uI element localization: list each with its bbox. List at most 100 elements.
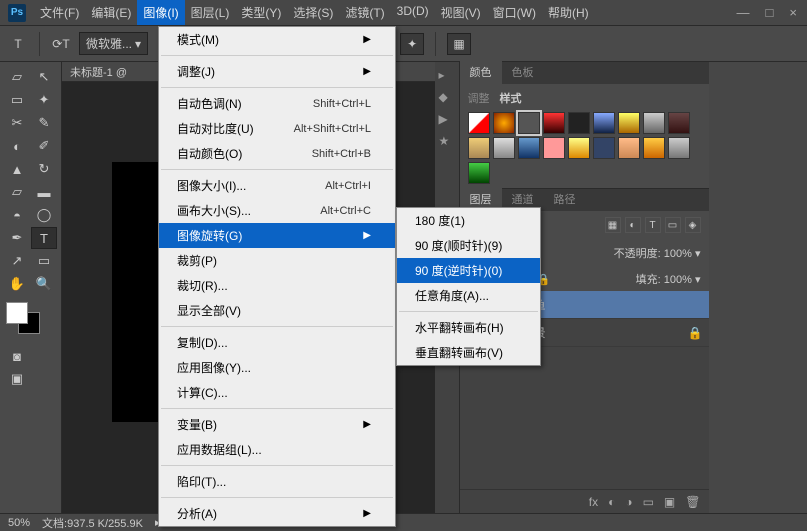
gradient-tool[interactable]: ▬ bbox=[31, 181, 57, 203]
zoom-level[interactable]: 50% bbox=[8, 517, 30, 529]
filter-pixel-icon[interactable]: ▦ bbox=[605, 217, 621, 233]
subtab-adjust[interactable]: 调整 bbox=[468, 90, 490, 106]
menu-item[interactable]: 计算(C)... bbox=[159, 380, 395, 405]
menu-item[interactable]: 调整(J)▶ bbox=[159, 59, 395, 84]
menu-item[interactable]: 自动对比度(U)Alt+Shift+Ctrl+L bbox=[159, 116, 395, 141]
menu-view[interactable]: 视图(V) bbox=[435, 0, 487, 25]
style-swatch[interactable] bbox=[543, 112, 565, 134]
char-panel-button[interactable]: ▦ bbox=[447, 33, 471, 55]
pen-tool[interactable]: ✒ bbox=[4, 227, 30, 249]
window-minimize[interactable]: — bbox=[737, 5, 750, 20]
screenmode-tool[interactable]: ▣ bbox=[4, 368, 30, 390]
style-swatch[interactable] bbox=[568, 112, 590, 134]
move-tool[interactable]: ▱ bbox=[4, 66, 30, 88]
color-swatches[interactable] bbox=[4, 302, 44, 338]
filter-type-icon[interactable]: T bbox=[645, 217, 661, 233]
stamp-tool[interactable]: ▲ bbox=[4, 158, 30, 180]
menu-select[interactable]: 选择(S) bbox=[287, 0, 339, 25]
tab-paths[interactable]: 路径 bbox=[544, 187, 586, 211]
style-swatch[interactable] bbox=[493, 112, 515, 134]
doc-info[interactable]: 文档:937.5 K/255.9K bbox=[42, 515, 143, 531]
tab-swatches[interactable]: 色板 bbox=[502, 60, 544, 84]
warp-text-button[interactable]: ✦ bbox=[400, 33, 424, 55]
menu-type[interactable]: 类型(Y) bbox=[235, 0, 287, 25]
style-swatch[interactable] bbox=[518, 137, 540, 159]
group-icon[interactable]: ▭ bbox=[643, 495, 654, 509]
menu-item[interactable]: 水平翻转画布(H) bbox=[397, 315, 540, 340]
menu-item[interactable]: 180 度(1) bbox=[397, 208, 540, 233]
menu-item[interactable]: 自动颜色(O)Shift+Ctrl+B bbox=[159, 141, 395, 166]
menu-item[interactable]: 垂直翻转画布(V) bbox=[397, 340, 540, 365]
history-brush-tool[interactable]: ↻ bbox=[31, 158, 57, 180]
style-swatch[interactable] bbox=[593, 137, 615, 159]
style-swatch[interactable] bbox=[618, 112, 640, 134]
menu-item[interactable]: 90 度(逆时针)(0) bbox=[397, 258, 540, 283]
fill-label[interactable]: 填充: 100% ▾ bbox=[636, 271, 701, 287]
menu-item[interactable]: 变量(B)▶ bbox=[159, 412, 395, 437]
menu-item[interactable]: 陷印(T)... bbox=[159, 469, 395, 494]
wand-tool[interactable]: ✦ bbox=[31, 89, 57, 111]
menu-item[interactable]: 自动色调(N)Shift+Ctrl+L bbox=[159, 91, 395, 116]
orientation-icon[interactable]: ⟳T bbox=[51, 34, 71, 54]
font-family-select[interactable]: 微软雅... ▾ bbox=[79, 32, 148, 55]
style-swatch[interactable] bbox=[543, 137, 565, 159]
hand-tool[interactable]: ✋ bbox=[4, 273, 30, 295]
style-swatch[interactable] bbox=[643, 137, 665, 159]
type-tool[interactable]: T bbox=[31, 227, 57, 249]
style-swatch[interactable] bbox=[568, 137, 590, 159]
menu-edit[interactable]: 编辑(E) bbox=[85, 0, 137, 25]
style-swatch[interactable] bbox=[468, 137, 490, 159]
menu-item[interactable]: 模式(M)▶ bbox=[159, 27, 395, 52]
menu-item[interactable]: 裁切(R)... bbox=[159, 273, 395, 298]
menu-image[interactable]: 图像(I) bbox=[137, 0, 184, 25]
menu-item[interactable]: 分析(A)▶ bbox=[159, 501, 395, 526]
tab-color[interactable]: 颜色 bbox=[460, 60, 502, 84]
menu-help[interactable]: 帮助(H) bbox=[542, 0, 595, 25]
style-swatch[interactable] bbox=[618, 137, 640, 159]
menu-file[interactable]: 文件(F) bbox=[34, 0, 85, 25]
window-maximize[interactable]: □ bbox=[766, 5, 774, 20]
menu-item[interactable]: 90 度(顺时针)(9) bbox=[397, 233, 540, 258]
menu-item[interactable]: 复制(D)... bbox=[159, 330, 395, 355]
menu-item[interactable]: 画布大小(S)...Alt+Ctrl+C bbox=[159, 198, 395, 223]
menu-item[interactable]: 显示全部(V) bbox=[159, 298, 395, 323]
fx-icon[interactable]: fx bbox=[589, 495, 598, 509]
menu-item[interactable]: 应用图像(Y)... bbox=[159, 355, 395, 380]
trash-icon[interactable]: 🗑 bbox=[685, 495, 700, 509]
quickmask-tool[interactable]: ◙ bbox=[4, 345, 30, 367]
menu-item[interactable]: 裁剪(P) bbox=[159, 248, 395, 273]
style-swatch[interactable] bbox=[593, 112, 615, 134]
zoom-tool[interactable]: 🔍 bbox=[31, 273, 57, 295]
subtab-styles[interactable]: 样式 bbox=[500, 90, 522, 106]
mask-icon[interactable]: ◐ bbox=[608, 495, 615, 509]
opacity-label[interactable]: 不透明度: 100% ▾ bbox=[614, 245, 701, 261]
eyedropper-tool[interactable]: ✎ bbox=[31, 112, 57, 134]
style-swatch[interactable] bbox=[468, 112, 490, 134]
filter-shape-icon[interactable]: ▭ bbox=[665, 217, 681, 233]
adjust-icon[interactable]: ◑ bbox=[625, 495, 632, 509]
filter-adj-icon[interactable]: ◐ bbox=[625, 217, 641, 233]
eraser-tool[interactable]: ▱ bbox=[4, 181, 30, 203]
marquee-tool[interactable]: ▭ bbox=[4, 89, 30, 111]
shape-tool[interactable]: ▭ bbox=[31, 250, 57, 272]
style-swatch[interactable] bbox=[518, 112, 540, 134]
brush-tool[interactable]: ✐ bbox=[31, 135, 57, 157]
panel-icon[interactable]: ▸ bbox=[439, 68, 455, 84]
menu-item[interactable]: 应用数据组(L)... bbox=[159, 437, 395, 462]
panel-icon[interactable]: ★ bbox=[439, 134, 455, 150]
menu-item[interactable]: 图像旋转(G)▶ bbox=[159, 223, 395, 248]
filter-smart-icon[interactable]: ◈ bbox=[685, 217, 701, 233]
dodge-tool[interactable]: ◯ bbox=[31, 204, 57, 226]
style-swatch[interactable] bbox=[493, 137, 515, 159]
menu-item[interactable]: 图像大小(I)...Alt+Ctrl+I bbox=[159, 173, 395, 198]
arrow-tool[interactable]: ↖ bbox=[31, 66, 57, 88]
blur-tool[interactable]: ◓ bbox=[4, 204, 30, 226]
panel-icon[interactable]: ◆ bbox=[439, 90, 455, 106]
style-swatch[interactable] bbox=[643, 112, 665, 134]
newlayer-icon[interactable]: ▣ bbox=[664, 495, 675, 509]
window-close[interactable]: × bbox=[789, 5, 797, 20]
menu-item[interactable]: 任意角度(A)... bbox=[397, 283, 540, 308]
crop-tool[interactable]: ✂ bbox=[4, 112, 30, 134]
style-swatch[interactable] bbox=[668, 112, 690, 134]
heal-tool[interactable]: ◐ bbox=[4, 135, 30, 157]
